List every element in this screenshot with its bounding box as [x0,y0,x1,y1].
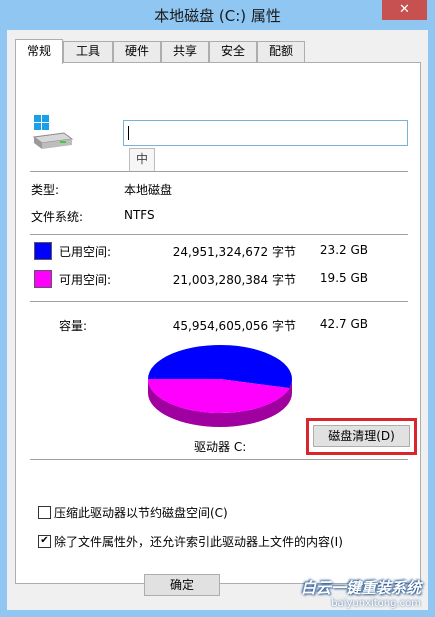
index-checkbox[interactable]: ✔ [38,535,51,548]
capacity-size: 42.7 GB [319,317,368,331]
filesystem-label: 文件系统: [31,210,84,224]
tab-sharing[interactable]: 共享 [161,41,209,62]
watermark-url: baiyunxitong.com [331,598,421,609]
tab-quota[interactable]: 配额 [257,41,305,62]
capacity-bytes: 45,954,605,056 字节 [172,319,296,333]
dialog-client: 常规 工具 硬件 共享 安全 配额 中 类型: 本地磁盘 文件系统: NTFS [7,30,428,610]
disk-cleanup-button[interactable]: 磁盘清理(D) [313,425,410,447]
used-space-bytes: 24,951,324,672 字节 [172,245,296,259]
general-panel: 中 类型: 本地磁盘 文件系统: NTFS 已用空间: 24,951,324,6… [15,62,421,584]
title-bar: 本地磁盘 (C:) 属性 ✕ [0,0,435,30]
used-space-label: 已用空间: [59,245,112,259]
type-label: 类型: [31,183,60,197]
window-title: 本地磁盘 (C:) 属性 [154,7,281,25]
capacity-label: 容量: [59,319,88,333]
free-space-label: 可用空间: [59,273,112,287]
used-space-swatch [34,242,52,260]
divider [30,171,408,172]
free-space-bytes: 21,003,280,384 字节 [172,273,296,287]
drive-letter-label: 驱动器 C: [194,440,247,454]
compress-label[interactable]: 压缩此驱动器以节约磁盘空间(C) [54,504,228,521]
type-value: 本地磁盘 [124,183,173,197]
tab-hardware[interactable]: 硬件 [113,41,161,62]
text-caret [128,126,129,140]
tab-tools[interactable]: 工具 [63,41,113,62]
ime-indicator[interactable]: 中 [129,148,155,172]
tab-general[interactable]: 常规 [15,39,63,64]
divider [30,234,408,235]
filesystem-value: NTFS [124,208,155,222]
watermark-title: 白云一键重装系统 [300,579,421,597]
tab-security[interactable]: 安全 [209,41,257,62]
index-label[interactable]: 除了文件属性外，还允许索引此驱动器上文件的内容(I) [54,533,343,550]
compress-checkbox[interactable] [38,506,51,519]
free-space-size: 19.5 GB [319,271,368,285]
divider [30,459,408,460]
ok-button[interactable]: 确定 [144,574,220,596]
pie-top [148,345,292,413]
drive-icon [32,115,74,149]
watermark: 白云一键重装系统 baiyunxitong.com [271,577,421,609]
close-button[interactable]: ✕ [382,0,427,20]
usage-pie-chart [148,345,292,427]
checkmark-icon: ✔ [40,535,49,546]
divider [30,301,408,302]
free-space-swatch [34,270,52,288]
used-space-size: 23.2 GB [319,243,368,257]
drive-name-input[interactable] [123,120,408,146]
